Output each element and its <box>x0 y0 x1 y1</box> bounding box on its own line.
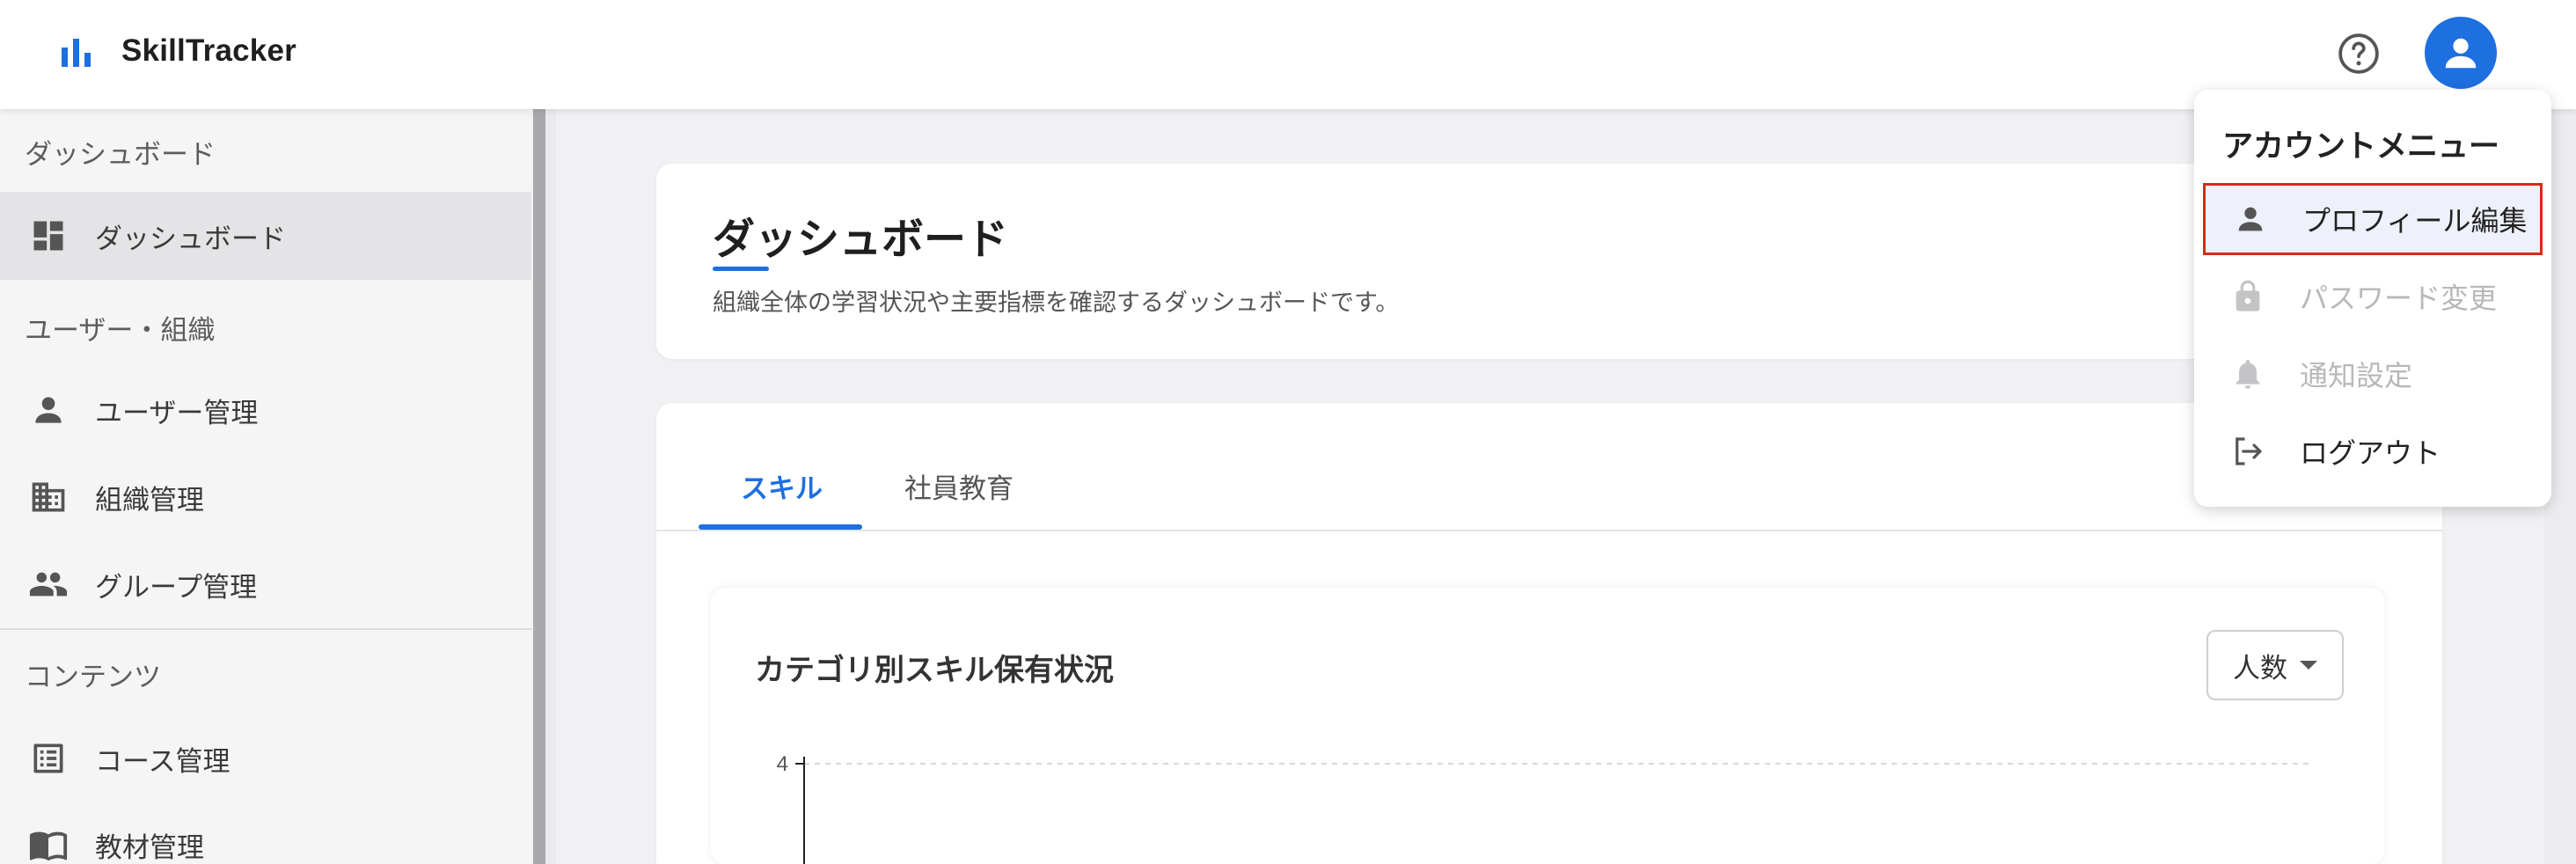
sidebar-item-courses[interactable]: コース管理 <box>0 714 531 802</box>
tab-employee-training[interactable]: 社員教育 <box>904 466 1014 506</box>
caret-down-icon <box>2300 661 2317 670</box>
account-menu-title: アカウントメニュー <box>2222 129 2500 165</box>
sidebar-item-dashboard[interactable]: ダッシュボード <box>0 192 531 280</box>
page-title-underline <box>713 267 769 271</box>
sidebar-item-label: 組織管理 <box>95 484 204 516</box>
page-description: 組織全体の学習状況や主要指標を確認するダッシュボードです。 <box>713 289 1400 317</box>
dashboard-icon <box>28 216 69 256</box>
sidebar-divider <box>0 628 531 630</box>
sidebar-item-label: ユーザー管理 <box>95 397 259 429</box>
group-icon <box>28 564 69 604</box>
bell-icon <box>2229 355 2266 392</box>
menu-item-label: ログアウト <box>2300 436 2441 470</box>
chart-title: カテゴリ別スキル保有状況 <box>755 653 1114 688</box>
book-icon <box>28 824 69 864</box>
app-title[interactable]: SkillTracker <box>121 33 296 69</box>
menu-item-label: 通知設定 <box>2300 359 2413 392</box>
menu-item-change-password[interactable]: パスワード変更 <box>2203 260 2543 333</box>
skill-chart: 4 <box>777 752 2314 864</box>
list-icon <box>28 738 69 779</box>
sidebar-item-label: ダッシュボード <box>95 223 286 255</box>
sidebar-edge <box>545 109 556 864</box>
sidebar-section-dashboard: ダッシュボード <box>25 139 216 171</box>
help-button[interactable] <box>2333 28 2384 79</box>
person-icon <box>2232 201 2269 238</box>
account-avatar-button[interactable] <box>2425 17 2497 89</box>
sidebar-section-users-orgs: ユーザー・組織 <box>25 315 216 347</box>
menu-item-label: プロフィール編集 <box>2302 204 2528 238</box>
sidebar-item-materials[interactable]: 教材管理 <box>0 801 531 864</box>
menu-item-edit-profile[interactable]: プロフィール編集 <box>2203 183 2543 255</box>
sidebar-section-contents: コンテンツ <box>25 662 161 693</box>
help-circle-icon <box>2338 33 2379 74</box>
page-title: ダッシュボード <box>713 215 1009 264</box>
sidebar-item-label: グループ管理 <box>95 571 258 604</box>
tab-skills[interactable]: スキル <box>741 466 823 506</box>
sidebar-scrollbar[interactable] <box>533 109 545 864</box>
tab-active-indicator <box>699 524 862 530</box>
sidebar-item-groups[interactable]: グループ管理 <box>0 540 531 628</box>
sidebar-item-label: コース管理 <box>95 745 231 778</box>
building-icon <box>28 477 69 517</box>
metric-dropdown[interactable]: 人数 <box>2206 630 2344 700</box>
app-header: SkillTracker <box>0 0 2576 109</box>
sidebar-item-users[interactable]: ユーザー管理 <box>0 366 531 454</box>
person-icon <box>2445 38 2477 69</box>
metric-dropdown-value: 人数 <box>2233 652 2287 685</box>
lock-icon <box>2229 278 2266 315</box>
chart-y-tick-label: 4 <box>777 752 788 776</box>
sidebar-item-orgs[interactable]: 組織管理 <box>0 453 531 541</box>
account-menu: アカウントメニュー プロフィール編集 パスワード変更 通知設定 ログアウト <box>2194 90 2551 507</box>
logout-icon <box>2229 433 2266 470</box>
sidebar-item-label: 教材管理 <box>95 831 204 864</box>
menu-item-label: パスワード変更 <box>2300 282 2498 315</box>
bar-chart-logo-icon <box>62 39 91 67</box>
person-icon <box>28 390 69 430</box>
menu-item-notification-settings[interactable]: 通知設定 <box>2203 338 2543 410</box>
menu-item-logout[interactable]: ログアウト <box>2203 415 2543 487</box>
tabs-divider <box>656 530 2442 531</box>
